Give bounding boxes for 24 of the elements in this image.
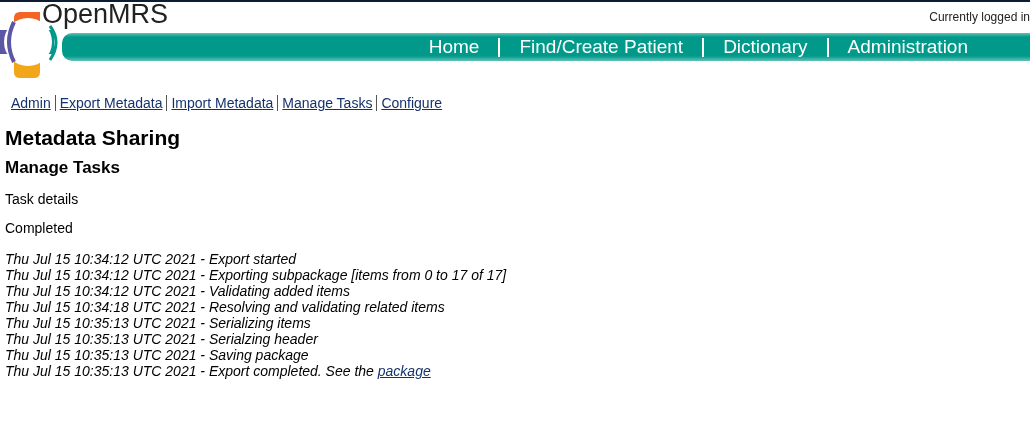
nav-link[interactable]: Find/Create Patient xyxy=(519,36,684,58)
nav-link[interactable]: Dictionary xyxy=(723,36,808,58)
subnav-link[interactable]: Configure xyxy=(381,95,443,111)
nav-link[interactable]: Administration xyxy=(847,36,968,58)
page-title: Metadata Sharing xyxy=(5,125,182,151)
log-line: Thu Jul 15 10:34:12 UTC 2021 - Export started xyxy=(5,251,298,267)
subnav-link[interactable]: Admin xyxy=(11,95,51,111)
section-label: Task details xyxy=(5,191,80,208)
log-line: Thu Jul 15 10:34:18 UTC 2021 - Resolving and validating related items xyxy=(5,299,446,315)
subnav-link[interactable]: Manage Tasks xyxy=(282,95,373,111)
log-line: Thu Jul 15 10:35:13 UTC 2021 - Saving package xyxy=(5,347,310,363)
subnav-link[interactable]: Export Metadata xyxy=(59,95,163,111)
section-title: Manage Tasks xyxy=(5,157,121,179)
log-line: Thu Jul 15 10:34:12 UTC 2021 - Exporting subpackage [items from 0 to 17 of 17] xyxy=(5,267,508,283)
log-line: Thu Jul 15 10:35:13 UTC 2021 - Export completed. See the package xyxy=(5,363,432,379)
package-link[interactable]: package xyxy=(377,363,431,379)
subnav-link[interactable]: Import Metadata xyxy=(171,95,274,111)
nav-link[interactable]: Home xyxy=(428,36,480,58)
log-line: Thu Jul 15 10:35:13 UTC 2021 - Serialzing header xyxy=(5,331,320,347)
brand-name: OpenMRS xyxy=(42,2,169,28)
log-line: Thu Jul 15 10:35:13 UTC 2021 - Serializing items xyxy=(5,315,312,331)
task-status: Completed xyxy=(5,220,74,237)
login-status: Currently logged in xyxy=(929,10,1030,24)
log-line: Thu Jul 15 10:34:12 UTC 2021 - Validating added items xyxy=(5,283,352,299)
